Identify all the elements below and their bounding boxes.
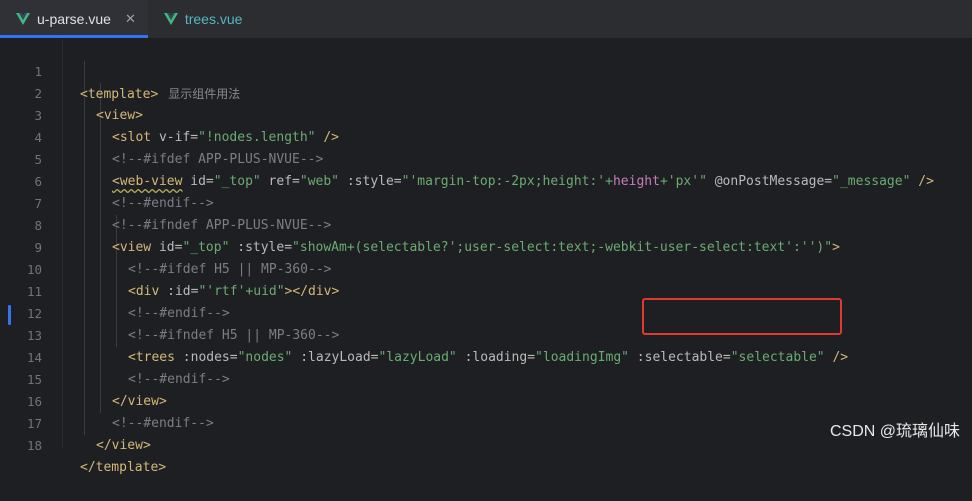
code-line: 4 <!--#ifdef APP-PLUS-NVUE--> bbox=[0, 105, 972, 167]
code-line: 15 </view> bbox=[0, 347, 972, 409]
code-editor[interactable]: 1 <template> 显示组件用法 2 <view> 3 <slot v-if… bbox=[0, 39, 972, 475]
tab-u-parse-vue[interactable]: u-parse.vue ✕ bbox=[0, 0, 148, 38]
code-line: 2 <view> bbox=[0, 61, 972, 123]
code-line: 17 </view> bbox=[0, 391, 972, 453]
token: </template> bbox=[80, 460, 167, 475]
code-line: 1 <template> 显示组件用法 bbox=[0, 39, 972, 102]
code-line: 16 <!--#endif--> bbox=[0, 369, 972, 431]
vue-icon bbox=[16, 13, 30, 25]
line-number: 18 bbox=[26, 438, 42, 453]
close-icon[interactable]: ✕ bbox=[125, 11, 136, 27]
code-line: 10 <div :id="'rtf'+uid"></div> bbox=[0, 237, 972, 299]
code-line: 9 <!--#ifdef H5 || MP-360--> bbox=[0, 215, 972, 277]
code-line: 6 <!--#endif--> bbox=[0, 149, 972, 211]
tab-label: trees.vue bbox=[184, 11, 243, 27]
code-line: 18 </template> bbox=[0, 413, 972, 475]
watermark: CSDN @琉璃仙味 bbox=[829, 423, 960, 440]
code-line: 11 <!--#endif--> bbox=[0, 259, 972, 321]
vue-icon bbox=[163, 13, 178, 25]
editor-tab-bar: u-parse.vue ✕ trees.vue bbox=[0, 0, 972, 39]
code-line: 7 <!--#ifndef APP-PLUS-NVUE--> bbox=[0, 171, 972, 233]
token: </view> bbox=[96, 438, 151, 453]
code-line: 3 <slot v-if="!nodes.length" /> bbox=[0, 83, 972, 145]
tab-trees-vue[interactable]: trees.vue bbox=[148, 0, 255, 38]
highlight-box bbox=[642, 298, 842, 335]
code-line: 5 <web-view id="_top" ref="web" :style="… bbox=[0, 127, 972, 189]
code-line: 8 <view id="_top" :style="showAm+(select… bbox=[0, 193, 972, 255]
tab-label: u-parse.vue bbox=[37, 11, 111, 27]
